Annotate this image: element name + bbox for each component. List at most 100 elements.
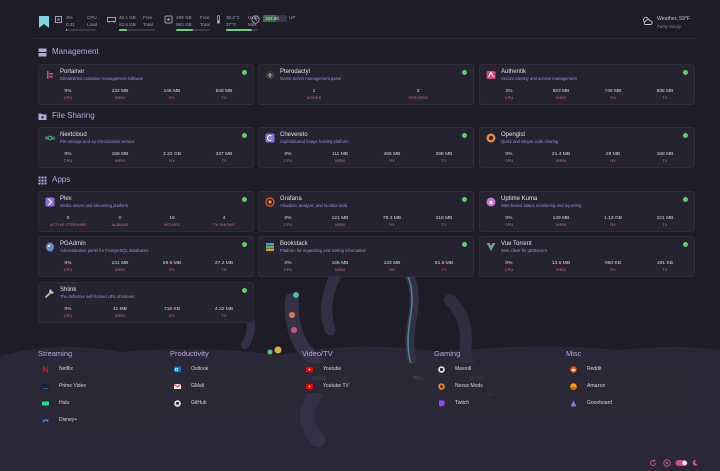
- bookmark-netflix[interactable]: Netflix: [38, 363, 166, 376]
- bookmark-amazon[interactable]: Amazon: [566, 380, 694, 393]
- stat-tx: 298 MB TX: [418, 150, 470, 166]
- bookmark-youtube-tv[interactable]: Youtube TV: [302, 380, 430, 393]
- group-title: Apps: [52, 175, 71, 184]
- service-card-plex[interactable]: Plex Media server and streaming platform…: [38, 191, 254, 232]
- service-card-opengist[interactable]: Opengist Quick and simple code sharing 0…: [479, 127, 695, 168]
- stat-tx: 337 MB TX: [198, 150, 250, 166]
- memory-widget: 49.1 GB 62.6 GB Free Total: [107, 14, 163, 34]
- bookmark-label: Disney+: [59, 417, 78, 423]
- service-name: Pterodactyl: [280, 69, 311, 75]
- refresh-icon[interactable]: [649, 459, 657, 467]
- service-stats: 0% CPU 241 MB MEM 59.6 MB RX 27.2 MB TX: [42, 259, 250, 275]
- stat-label: CPU: [504, 222, 514, 227]
- uptime-bar: 154.6h: [263, 15, 287, 22]
- stat-label: TX: [662, 222, 668, 227]
- stat-rx: 1.13 GB RX: [587, 214, 639, 230]
- service-card-vue-torrent[interactable]: Vue Torrent Web client for qBittorrent 0…: [479, 236, 695, 277]
- grid-icon: [38, 176, 47, 185]
- bookmark-maxroll[interactable]: Maxroll: [434, 363, 562, 376]
- stat-value: 11 MB: [113, 307, 127, 312]
- stat-cpu: 0% CPU: [42, 150, 94, 166]
- stat-value: 0%: [505, 216, 513, 221]
- bookmark-disney-plus[interactable]: Disney+: [38, 414, 166, 427]
- bookmark-youtube[interactable]: Youtube: [302, 363, 430, 376]
- service-card-portainer[interactable]: Portainer Streamlined container manageme…: [38, 64, 254, 105]
- stat-mem: 132 MB MEM: [94, 87, 146, 103]
- stat-rx: 746 MB RX: [587, 87, 639, 103]
- stat-mem: 121 MB MEM: [314, 214, 366, 230]
- service-card-authentik[interactable]: Authentik Secure identity and access man…: [479, 64, 695, 105]
- status-indicator: [683, 70, 688, 75]
- moon-icon[interactable]: [691, 459, 699, 467]
- server-stack-icon: [38, 48, 47, 57]
- stat-label: MEM: [556, 267, 566, 272]
- footer-controls: [645, 458, 700, 468]
- service-card-nextcloud[interactable]: Nextcloud File storage and synchronizati…: [38, 127, 254, 168]
- weather-widget[interactable]: Weather, 59°F Partly cloudy: [642, 14, 698, 34]
- service-name: PGAdmin: [60, 241, 86, 247]
- github-icon: [174, 400, 181, 407]
- stat-label: CPU: [504, 95, 514, 100]
- stat-tx: 491 KB TX: [639, 259, 691, 275]
- stat-servers: 3 SERVERS: [366, 87, 470, 103]
- stat-label: MEM: [115, 267, 125, 272]
- stat-cpu: 2% CPU: [483, 87, 535, 103]
- stat-value: 21.4 MB: [551, 152, 571, 157]
- service-card-pgadmin[interactable]: PGAdmin Administration panel for Postgre…: [38, 236, 254, 277]
- bookmark-hulu[interactable]: Hulu: [38, 397, 166, 410]
- goonboard-icon: [570, 400, 577, 407]
- stat-cpu: 0% CPU: [483, 150, 535, 166]
- service-name: Vue Torrent: [501, 241, 532, 247]
- service-stats: 0% CPU 132 MB MEM 146 MB RX 548 MB TX: [42, 87, 250, 103]
- bookmark-logo-icon[interactable]: [39, 16, 49, 28]
- nextcloud-icon: [45, 135, 55, 141]
- bookmark-nexus-mods[interactable]: Nexus Mods: [434, 380, 562, 393]
- stat-rx: 28 MB RX: [587, 150, 639, 166]
- stat-value: 746 MB: [604, 89, 622, 94]
- bookmark-twitch[interactable]: Twitch: [434, 397, 562, 410]
- bookmark-label: Youtube: [323, 366, 342, 372]
- stat-value: 0%: [64, 89, 72, 94]
- stat-label: MEM: [115, 95, 125, 100]
- stat-value: 950 KB: [604, 261, 622, 266]
- bookmark-outlook[interactable]: Outlook: [170, 363, 298, 376]
- stat-label: TX: [662, 95, 668, 100]
- service-card-shlink[interactable]: Shlink The definitive self-hosted URL sh…: [38, 282, 254, 323]
- bookmark-label: Youtube TV: [323, 383, 349, 389]
- bookmark-group-title: Misc: [566, 349, 582, 358]
- memory-free: 49.1 GB: [119, 15, 136, 20]
- bookmark-prime-video[interactable]: Prime Video: [38, 380, 166, 393]
- stat-value: 923 MB: [552, 89, 570, 94]
- service-card-uptime-kuma[interactable]: Uptime Kuma Web-based status monitoring …: [479, 191, 695, 232]
- bookmark-goonboard[interactable]: Goonboard: [566, 397, 694, 410]
- service-description: Media server and streaming platform: [60, 203, 129, 208]
- service-card-chevereto[interactable]: Chevereto Sophisticated image hosting pl…: [258, 127, 474, 168]
- stat-value: 835 MB: [656, 89, 674, 94]
- stat-value: 1.13 GB: [604, 216, 622, 221]
- service-description: Quick and simple code sharing: [501, 139, 559, 144]
- clock-icon: [251, 15, 260, 24]
- stat-value: 465 MB: [383, 152, 401, 157]
- service-card-pterodactyl[interactable]: Pterodactyl Game server management panel…: [258, 64, 474, 105]
- service-card-grafana[interactable]: Grafana Visualize, analyze, and monitor …: [258, 191, 474, 232]
- stat-value: 4.32 MB: [214, 307, 234, 312]
- bookmark-gmail[interactable]: GMail: [170, 380, 298, 393]
- disk-bar: [176, 29, 210, 31]
- stat-albums: 0 ALBUMS: [94, 214, 146, 230]
- stat-value: 0%: [64, 152, 72, 157]
- stat-label: CPU: [283, 222, 293, 227]
- status-indicator: [683, 133, 688, 138]
- bookmark-group-title: Streaming: [38, 349, 73, 358]
- stat-value: 0: [118, 216, 122, 221]
- theme-toggle[interactable]: [675, 459, 688, 467]
- status-indicator: [462, 242, 467, 247]
- gmail-icon: [174, 383, 181, 389]
- service-card-bookstack[interactable]: Bookstack Platform for organizing and st…: [258, 236, 474, 277]
- bookmark-github[interactable]: GitHub: [170, 397, 298, 410]
- bookmark-reddit[interactable]: Reddit: [566, 363, 694, 376]
- memory-total: 62.6 GB: [119, 22, 136, 27]
- pterodactyl-icon: [265, 70, 275, 80]
- color-palette-icon[interactable]: [663, 459, 671, 467]
- stat-value: 149 MB: [552, 216, 570, 221]
- stat-label: MEM: [335, 158, 345, 163]
